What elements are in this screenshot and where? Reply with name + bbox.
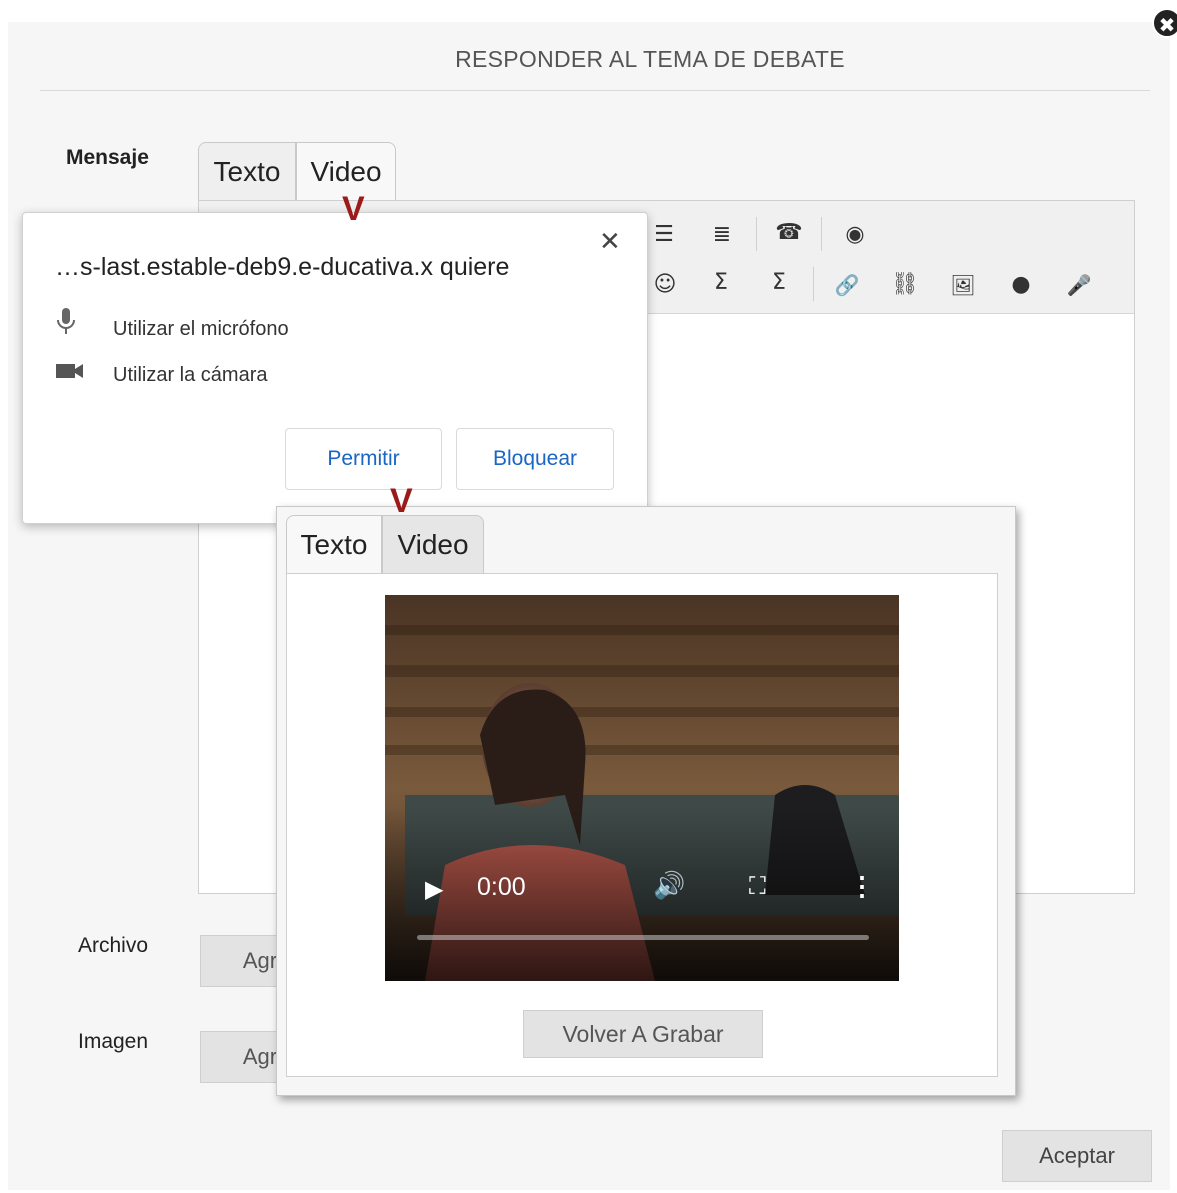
permission-prompt: …s-last.estable-deb9.e-ducativa.x quiere… bbox=[22, 212, 648, 524]
more-options-icon[interactable]: ⋮ bbox=[849, 871, 875, 902]
emoji-icon[interactable]: ☺ bbox=[647, 267, 683, 303]
video-progress-bar[interactable] bbox=[417, 935, 869, 940]
title-divider bbox=[40, 90, 1150, 91]
microphone-icon[interactable]: 🎤 bbox=[1061, 267, 1097, 303]
archivo-label: Archivo bbox=[78, 934, 149, 957]
video-panel: Texto Video ▶ 0:00 🔊 ⛶ ⋮ Volver A Grabar bbox=[276, 506, 1016, 1096]
video-time: 0:00 bbox=[477, 873, 526, 901]
tab-texto[interactable]: Texto bbox=[198, 142, 296, 200]
close-dialog-icon[interactable]: ✖ bbox=[1152, 8, 1177, 38]
video-camera-icon bbox=[55, 361, 113, 387]
permission-camera-row: Utilizar la cámara bbox=[55, 361, 267, 387]
preview-eye-icon[interactable]: ◉ bbox=[837, 217, 873, 253]
close-icon[interactable]: ✕ bbox=[599, 227, 621, 257]
permission-microphone-row: Utilizar el micrófono bbox=[55, 307, 289, 341]
bulleted-list-icon[interactable]: ☰ bbox=[646, 217, 682, 253]
unlink-icon[interactable]: ⛓ bbox=[887, 267, 923, 303]
annotation-marker: V bbox=[342, 190, 365, 228]
message-tabs: Texto Video bbox=[198, 142, 398, 202]
play-icon[interactable]: ▶ bbox=[425, 875, 443, 904]
video-panel-content: ▶ 0:00 🔊 ⛶ ⋮ Volver A Grabar bbox=[286, 573, 998, 1077]
video-panel-tabs: Texto Video bbox=[286, 515, 484, 575]
toolbar-separator bbox=[756, 217, 757, 251]
video-frame bbox=[385, 595, 899, 981]
block-button[interactable]: Bloquear bbox=[456, 428, 614, 490]
tab-video[interactable]: Video bbox=[382, 515, 484, 573]
numbered-list-icon[interactable]: ≣ bbox=[704, 217, 740, 253]
volume-icon[interactable]: 🔊 bbox=[653, 871, 685, 901]
annotation-marker: V bbox=[390, 482, 413, 520]
3d-icon[interactable]: ● bbox=[1003, 267, 1039, 303]
fullscreen-icon[interactable]: ⛶ bbox=[749, 873, 766, 901]
tab-texto[interactable]: Texto bbox=[286, 515, 382, 573]
permission-microphone-label: Utilizar el micrófono bbox=[113, 318, 289, 340]
microphone-icon bbox=[55, 307, 113, 341]
image-icon[interactable]: 🖼 bbox=[945, 267, 981, 303]
link-icon[interactable]: 🔗 bbox=[829, 267, 865, 303]
toolbar-separator bbox=[813, 267, 814, 301]
sigma-icon[interactable]: Σ bbox=[761, 265, 797, 301]
permission-camera-label: Utilizar la cámara bbox=[113, 364, 268, 386]
speech-icon[interactable]: ☎ bbox=[771, 215, 807, 251]
imagen-label: Imagen bbox=[78, 1030, 149, 1053]
dialog-title: RESPONDER AL TEMA DE DEBATE bbox=[455, 46, 845, 72]
permission-site-text: …s-last.estable-deb9.e-ducativa.x quiere bbox=[55, 253, 510, 281]
rerecord-button[interactable]: Volver A Grabar bbox=[523, 1010, 763, 1058]
video-player[interactable]: ▶ 0:00 🔊 ⛶ ⋮ bbox=[385, 595, 899, 981]
sigma-subscript-icon[interactable]: Σ bbox=[703, 265, 739, 301]
allow-button[interactable]: Permitir bbox=[285, 428, 442, 490]
toolbar-separator bbox=[821, 217, 822, 251]
accept-button[interactable]: Aceptar bbox=[1002, 1130, 1152, 1182]
mensaje-label: Mensaje bbox=[66, 146, 149, 169]
